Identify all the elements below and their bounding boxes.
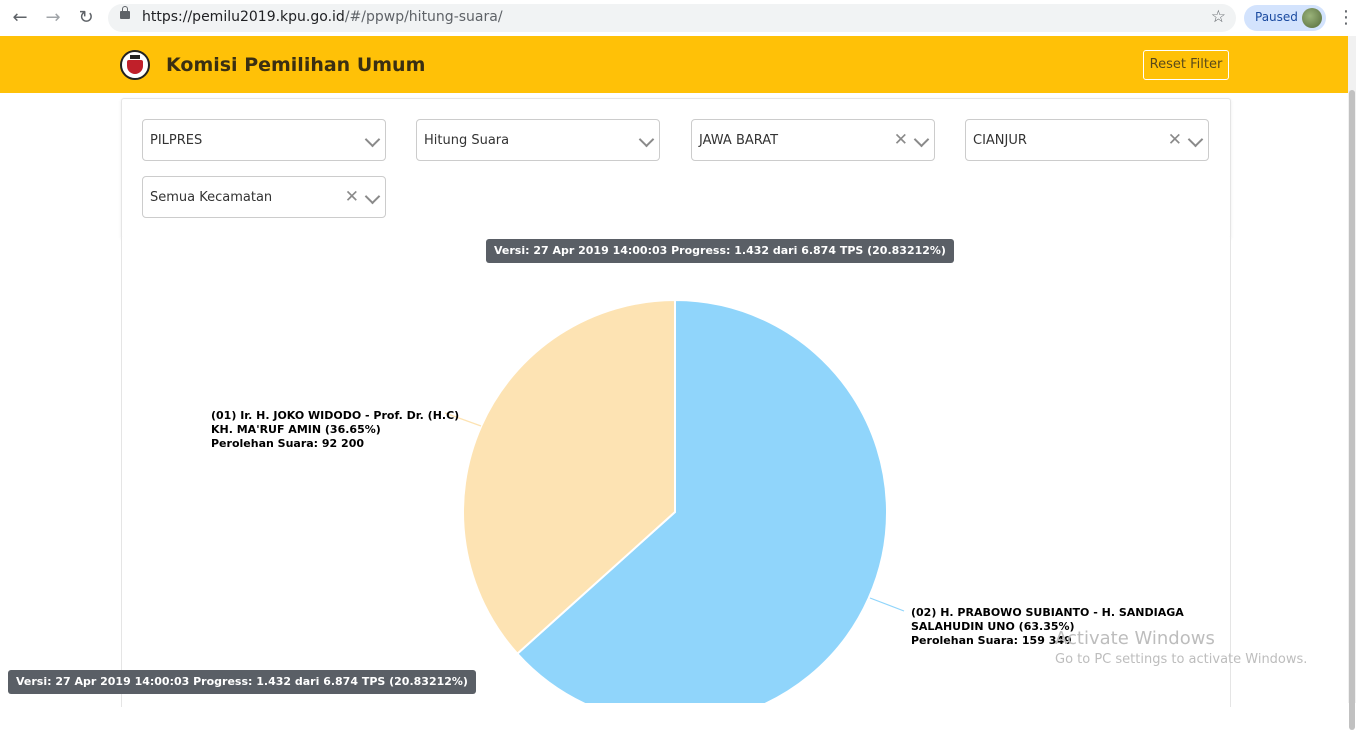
version-badge-top: Versi: 27 Apr 2019 14:00:03 Progress: 1.… (486, 239, 954, 263)
slice-1-label-line-1: (01) Ir. H. JOKO WIDODO - Prof. Dr. (H.C… (211, 409, 459, 422)
slice-2-label-line-2: SALAHUDIN UNO (63.35%) (911, 620, 1075, 633)
activate-windows-title: Activate Windows (1055, 628, 1215, 649)
slice-1-label-line-3: Perolehan Suara: 92 200 (211, 437, 364, 450)
page-scrollbar[interactable] (1348, 36, 1356, 730)
activate-windows-subtitle: Go to PC settings to activate Windows. (1055, 652, 1308, 667)
slice-1-label-line-2: KH. MA'RUF AMIN (36.65%) (211, 423, 381, 436)
slice-2-label-line-1: (02) H. PRABOWO SUBIANTO - H. SANDIAGA (911, 606, 1184, 619)
leader-line-2 (869, 597, 905, 612)
slice-2-label-line-3: Perolehan Suara: 159 349 (911, 634, 1072, 647)
scrollbar-thumb[interactable] (1349, 90, 1355, 730)
version-badge-bottom: Versi: 27 Apr 2019 14:00:03 Progress: 1.… (8, 670, 476, 694)
vote-pie-chart: (01) Ir. H. JOKO WIDODO - Prof. Dr. (H.C… (211, 298, 1184, 703)
